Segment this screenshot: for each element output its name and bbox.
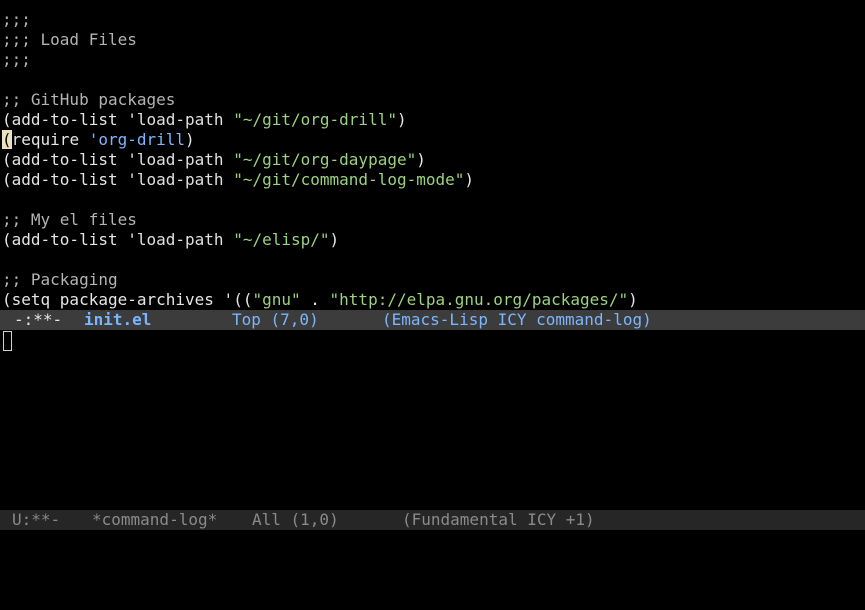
code-line[interactable]: ;;; Load Files — [2, 30, 137, 50]
code-line[interactable]: (add-to-list 'load-path "~/git/org-daypa… — [2, 150, 426, 170]
code-line[interactable]: ;; GitHub packages — [2, 90, 175, 110]
code-token: (add-to-list — [2, 150, 128, 169]
minibuffer[interactable] — [0, 530, 865, 549]
code-token: 'load-path — [127, 170, 234, 189]
code-line[interactable]: (require 'org-drill) — [2, 130, 195, 150]
code-token: . — [300, 290, 330, 309]
mode-line-command-log[interactable]: U:**- *command-log* All (1,0) (Fundament… — [0, 510, 865, 530]
code-token: (setq package-archives '(( — [2, 290, 253, 309]
modeline-major-mode[interactable]: (Fundamental ICY +1) — [402, 510, 595, 530]
code-token: ) — [416, 150, 426, 169]
code-line[interactable]: ;; My el files — [2, 210, 137, 230]
code-token: ;; GitHub packages — [2, 90, 176, 109]
code-token: (add-to-list — [2, 170, 128, 189]
code-token: require — [11, 130, 89, 149]
code-line[interactable]: (add-to-list 'load-path "~/git/org-drill… — [2, 110, 407, 130]
code-line[interactable]: (add-to-list 'load-path "~/elisp/") — [2, 230, 339, 250]
code-token: "~/git/org-drill" — [233, 110, 397, 129]
modeline-position: Top (7,0) — [232, 310, 319, 329]
command-log-window[interactable] — [0, 330, 865, 510]
code-token: ) — [396, 110, 407, 129]
code-token: ;;; Load Files — [2, 30, 137, 49]
code-token: "~/git/command-log-mode" — [233, 170, 465, 189]
code-token: ) — [185, 130, 195, 149]
code-token: "~/elisp/" — [233, 230, 330, 249]
modeline-status: U:**- — [12, 510, 61, 529]
modeline-status: -:**- — [14, 310, 63, 329]
code-token: ;;; — [2, 50, 31, 69]
code-token: ) — [628, 290, 638, 309]
code-token: (add-to-list — [2, 110, 128, 129]
code-token: 'load-path — [127, 110, 234, 129]
code-token: ;; Packaging — [2, 270, 118, 289]
editor-window[interactable]: ;;;;;; Load Files;;;;; GitHub packages (a… — [0, 0, 865, 310]
code-line[interactable]: ;;; — [2, 10, 31, 30]
code-line[interactable]: ;;; — [2, 50, 31, 70]
code-line[interactable]: ;; Packaging — [2, 270, 118, 290]
code-token: (add-to-list — [2, 230, 128, 249]
code-token: 'load-path — [127, 150, 234, 169]
modeline-buffer-name[interactable]: init.el — [84, 310, 151, 330]
text-cursor: ( — [2, 130, 12, 149]
modeline-position: All (1,0) — [252, 510, 339, 529]
code-line[interactable]: (add-to-list 'load-path "~/git/command-l… — [2, 170, 474, 190]
code-token: ) — [329, 230, 340, 249]
modeline-buffer-name[interactable]: *command-log* — [92, 510, 217, 530]
code-token: ) — [464, 170, 475, 189]
command-log-cursor — [3, 331, 12, 351]
mode-line-init-el[interactable]: -:**- init.el Top (7,0) (Emacs-Lisp ICY … — [0, 310, 865, 330]
code-token: ;; My el files — [2, 210, 137, 229]
code-line[interactable]: (setq package-archives '(("gnu" . "http:… — [2, 290, 638, 310]
code-token: "~/git/org-daypage" — [233, 150, 417, 169]
modeline-major-mode[interactable]: (Emacs-Lisp ICY command-log) — [382, 310, 652, 330]
code-token: "gnu" — [252, 290, 301, 309]
code-token: "http://elpa.gnu.org/packages/" — [329, 290, 629, 309]
code-token: 'load-path — [127, 230, 234, 249]
code-token: ;;; — [2, 10, 31, 29]
code-token: 'org-drill — [88, 130, 186, 149]
